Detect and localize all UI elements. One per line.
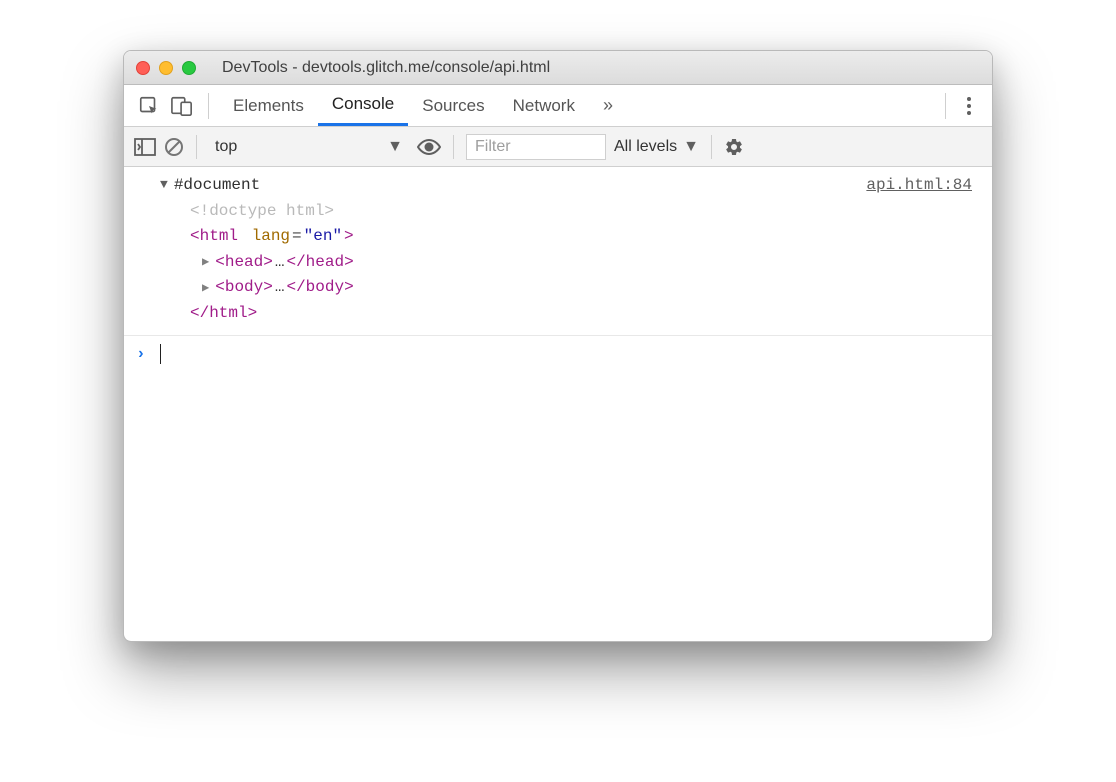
document-node[interactable]: #document (174, 173, 260, 199)
tab-sources[interactable]: Sources (408, 85, 498, 126)
tab-elements[interactable]: Elements (219, 85, 318, 126)
clear-console-icon[interactable] (164, 137, 184, 157)
caret-right-icon[interactable]: ▶ (202, 279, 209, 298)
prompt-chevron-icon: › (136, 342, 146, 368)
device-toolbar-icon[interactable] (170, 95, 194, 117)
log-levels-select[interactable]: All levels ▼ (614, 138, 699, 156)
source-link[interactable]: api.html:84 (866, 173, 980, 327)
tab-network[interactable]: Network (499, 85, 589, 126)
close-window-button[interactable] (136, 61, 150, 75)
console-content: ▼ #document <!doctype html> <html lang="… (124, 167, 992, 641)
caret-right-icon[interactable]: ▶ (202, 253, 209, 272)
titlebar: DevTools - devtools.glitch.me/console/ap… (124, 51, 992, 85)
console-toolbar: top ▼ All levels ▼ (124, 127, 992, 167)
minimize-window-button[interactable] (159, 61, 173, 75)
maximize-window-button[interactable] (182, 61, 196, 75)
console-prompt[interactable]: › (124, 336, 992, 374)
log-levels-label: All levels (614, 138, 677, 156)
tab-console[interactable]: Console (318, 85, 408, 126)
body-node[interactable]: ▶ <body>…</body> (160, 275, 866, 301)
window-title: DevTools - devtools.glitch.me/console/ap… (222, 59, 550, 77)
head-node[interactable]: ▶ <head>…</head> (160, 250, 866, 276)
live-expression-icon[interactable] (417, 139, 441, 155)
dropdown-caret-icon: ▼ (387, 138, 403, 156)
window-controls (136, 61, 196, 75)
separator (453, 135, 454, 159)
html-close-node: </html> (160, 301, 866, 327)
inspect-element-icon[interactable] (138, 95, 160, 117)
log-entry: ▼ #document <!doctype html> <html lang="… (124, 167, 992, 336)
separator (711, 135, 712, 159)
panel-tabbar: Elements Console Sources Network » (124, 85, 992, 127)
kebab-menu-icon[interactable] (952, 96, 986, 116)
caret-down-icon[interactable]: ▼ (160, 175, 168, 196)
dropdown-caret-icon: ▼ (683, 138, 699, 156)
html-open-node[interactable]: <html lang="en"> (160, 224, 866, 250)
console-sidebar-toggle-icon[interactable] (134, 138, 156, 156)
execution-context-select[interactable]: top ▼ (209, 136, 409, 158)
doctype-node: <!doctype html> (190, 199, 334, 225)
panel-tabs: Elements Console Sources Network » (219, 85, 627, 126)
devtools-window: DevTools - devtools.glitch.me/console/ap… (123, 50, 993, 642)
console-settings-icon[interactable] (724, 137, 744, 157)
filter-input[interactable] (466, 134, 606, 160)
more-tabs-icon[interactable]: » (589, 85, 627, 126)
dom-tree[interactable]: ▼ #document <!doctype html> <html lang="… (160, 173, 866, 327)
separator (196, 135, 197, 159)
text-cursor (160, 344, 162, 364)
separator (208, 93, 209, 119)
execution-context-label: top (215, 138, 237, 156)
separator (945, 93, 946, 119)
